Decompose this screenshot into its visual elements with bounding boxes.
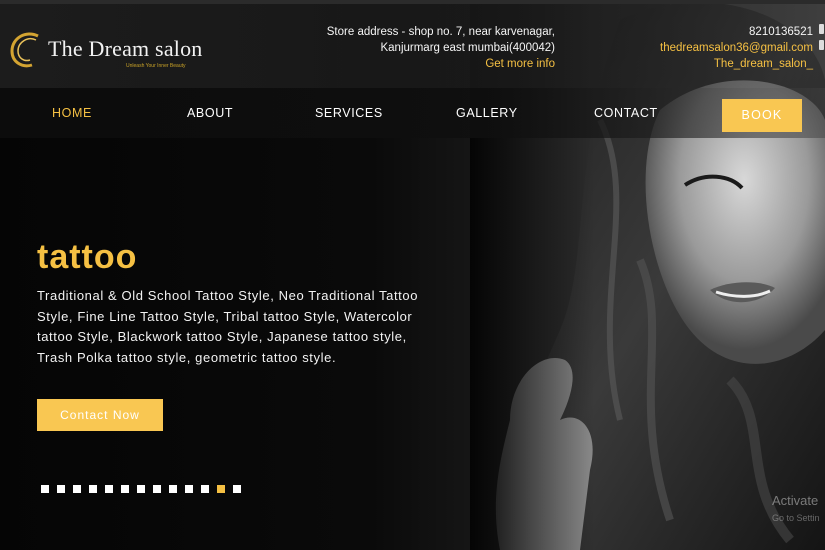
address-line-1: Store address - shop no. 7, near karvena… [326,26,555,38]
phone-icon [819,24,824,34]
hero-description: Traditional & Old School Tattoo Style, N… [37,288,419,365]
slider-dot[interactable] [57,485,65,493]
slider-dot[interactable] [41,485,49,493]
slider-dot[interactable] [169,485,177,493]
slider-dot[interactable] [105,485,113,493]
contact-now-button[interactable]: Contact Now [37,399,163,431]
brand-name: The Dream salon [48,36,203,61]
logo-ring-icon [10,32,39,68]
get-more-info-link[interactable]: Get more info [327,56,555,72]
address-line-2: Kanjurmarg east mumbai(400042) [380,42,555,54]
contact-info-block: 8210136521 thedreamsalon36@gmail.com The… [660,24,813,72]
contact-icons [819,24,825,56]
phone-number[interactable]: 8210136521 [660,24,813,40]
nav-item-services[interactable]: SERVICES [315,106,383,120]
brand-tagline: Unleash Your Inner Beauty [126,63,186,69]
main-navigation: HOME ABOUT SERVICES GALLERY CONTACT BOOK [0,88,825,138]
slider-dot[interactable] [121,485,129,493]
store-address-block: Store address - shop no. 7, near karvena… [327,24,555,72]
slider-dot[interactable] [89,485,97,493]
instagram-link[interactable]: The_dream_salon_ [660,56,813,72]
nav-item-about[interactable]: ABOUT [187,106,233,120]
activate-watermark-subtitle: Go to Settin [772,513,820,523]
slider-dot[interactable] [153,485,161,493]
nav-item-home[interactable]: HOME [52,106,92,120]
slider-dot[interactable] [137,485,145,493]
slider-dot[interactable] [217,485,225,493]
slider-dot[interactable] [73,485,81,493]
hero-section: The Dream salon Unleash Your Inner Beaut… [0,0,825,550]
book-button[interactable]: BOOK [722,99,802,132]
nav-item-contact[interactable]: CONTACT [594,106,658,120]
hero-title: tattoo [37,238,138,276]
slider-dot[interactable] [201,485,209,493]
brand-logo[interactable]: The Dream salon Unleash Your Inner Beaut… [8,30,218,72]
activate-watermark-title: Activate [772,493,819,508]
nav-item-gallery[interactable]: GALLERY [456,106,518,120]
email-link[interactable]: thedreamsalon36@gmail.com [660,40,813,56]
mail-icon [819,40,824,50]
top-edge-divider [0,0,825,4]
slider-pagination [41,485,241,493]
slider-dot[interactable] [233,485,241,493]
slider-dot[interactable] [185,485,193,493]
